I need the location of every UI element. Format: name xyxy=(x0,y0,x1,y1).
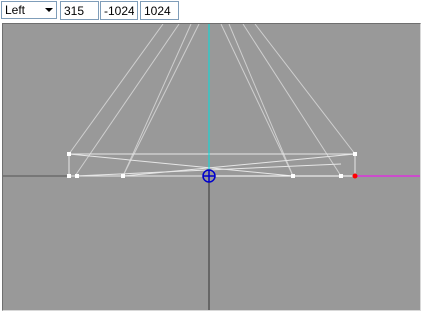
origin-crosshair-icon[interactable] xyxy=(202,169,216,183)
end-point-marker[interactable] xyxy=(352,173,358,179)
viewport-canvas xyxy=(3,24,420,310)
coord-x-field[interactable] xyxy=(60,1,99,20)
view-dropdown-value: Left xyxy=(5,3,26,17)
coord-y-field[interactable] xyxy=(100,1,138,20)
chevron-down-icon[interactable] xyxy=(45,8,53,12)
light-cone-wires xyxy=(68,24,356,177)
selection-frame xyxy=(68,153,356,177)
coord-z-field[interactable] xyxy=(140,1,179,20)
toolbar: Left xyxy=(0,0,423,22)
viewport-left[interactable] xyxy=(2,23,421,311)
view-dropdown[interactable]: Left xyxy=(1,1,57,19)
